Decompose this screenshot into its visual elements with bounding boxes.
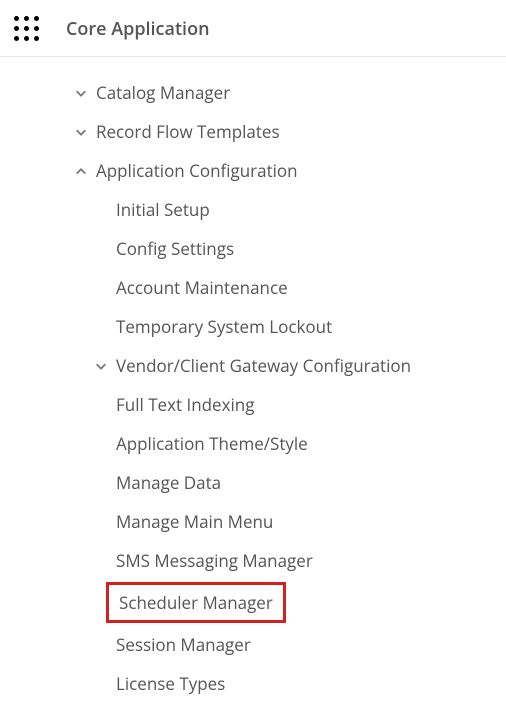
tree-item-manage-data[interactable]: Manage Data — [0, 463, 506, 502]
tree-item-config-settings[interactable]: Config Settings — [0, 229, 506, 268]
tree-item-vendor-client-gateway[interactable]: Vendor/Client Gateway Configuration — [0, 346, 506, 385]
navigation-tree: Catalog Manager Record Flow Templates Ap… — [0, 57, 506, 703]
tree-item-sms-messaging-manager[interactable]: SMS Messaging Manager — [0, 541, 506, 580]
tree-item-application-configuration[interactable]: Application Configuration — [0, 151, 506, 190]
tree-item-label: Scheduler Manager — [119, 591, 273, 614]
tree-item-record-flow-templates[interactable]: Record Flow Templates — [0, 112, 506, 151]
tree-item-label: SMS Messaging Manager — [116, 549, 313, 572]
tree-item-label: Initial Setup — [116, 198, 210, 221]
tree-item-label: Config Settings — [116, 237, 234, 260]
tree-item-temporary-system-lockout[interactable]: Temporary System Lockout — [0, 307, 506, 346]
tree-item-manage-main-menu[interactable]: Manage Main Menu — [0, 502, 506, 541]
tree-item-label: Session Manager — [116, 633, 251, 656]
page-title: Core Application — [66, 17, 210, 41]
tree-item-label: Record Flow Templates — [96, 120, 280, 143]
chevron-up-icon — [66, 164, 96, 178]
tree-item-application-theme-style[interactable]: Application Theme/Style — [0, 424, 506, 463]
tree-item-label: License Types — [116, 672, 225, 695]
tree-item-scheduler-manager-highlighted[interactable]: Scheduler Manager — [106, 582, 286, 623]
tree-item-label: Application Theme/Style — [116, 432, 308, 455]
tree-item-account-maintenance[interactable]: Account Maintenance — [0, 268, 506, 307]
tree-item-label: Manage Data — [116, 471, 221, 494]
tree-item-label: Account Maintenance — [116, 276, 288, 299]
chevron-down-icon — [86, 359, 116, 373]
header: Core Application — [0, 0, 506, 57]
tree-item-label: Catalog Manager — [96, 81, 230, 104]
tree-item-label: Vendor/Client Gateway Configuration — [116, 354, 411, 377]
apps-grid-icon[interactable] — [14, 16, 40, 42]
tree-item-session-manager[interactable]: Session Manager — [0, 625, 506, 664]
tree-item-license-types[interactable]: License Types — [0, 664, 506, 703]
tree-item-initial-setup[interactable]: Initial Setup — [0, 190, 506, 229]
tree-item-label: Application Configuration — [96, 159, 298, 182]
tree-item-label: Full Text Indexing — [116, 393, 254, 416]
tree-item-label: Manage Main Menu — [116, 510, 273, 533]
tree-item-label: Temporary System Lockout — [116, 315, 332, 338]
tree-item-full-text-indexing[interactable]: Full Text Indexing — [0, 385, 506, 424]
chevron-down-icon — [66, 125, 96, 139]
tree-item-catalog-manager[interactable]: Catalog Manager — [0, 73, 506, 112]
chevron-down-icon — [66, 86, 96, 100]
